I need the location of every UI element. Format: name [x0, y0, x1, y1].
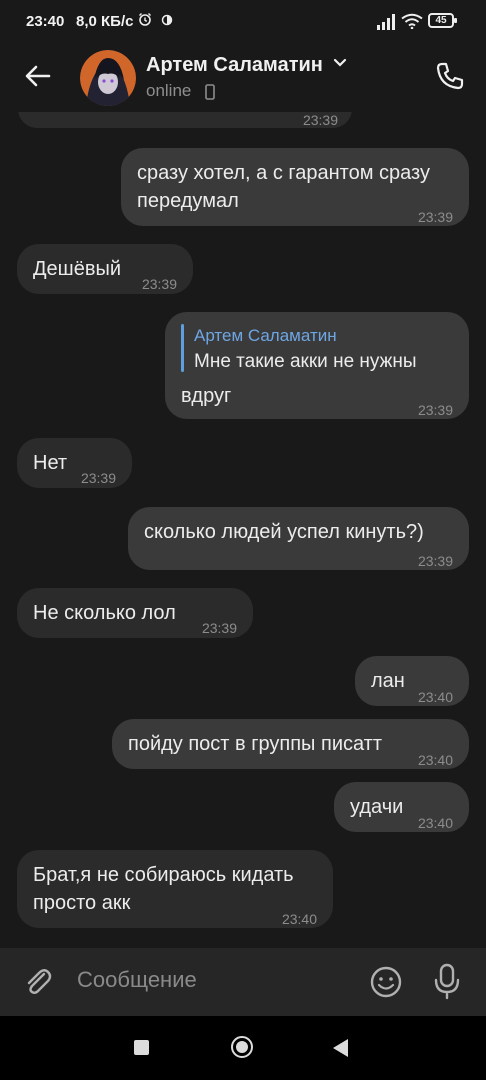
- message-time: 23:39: [201, 620, 237, 636]
- message-bubble[interactable]: Дешёвый 23:39: [17, 244, 193, 294]
- message-input[interactable]: Сообщение: [77, 967, 197, 993]
- recents-icon[interactable]: [134, 1040, 149, 1055]
- contact-name[interactable]: Артем Саламатин: [146, 54, 323, 77]
- message-text: удачи: [350, 796, 404, 818]
- paperclip-icon[interactable]: [20, 964, 56, 1000]
- avatar[interactable]: [80, 50, 136, 106]
- message-text: Не сколько лол: [33, 602, 176, 624]
- microphone-icon[interactable]: [432, 962, 462, 1002]
- message-bubble[interactable]: Не сколько лол 23:39: [17, 588, 253, 638]
- message-text: пойду пост в группы писатт: [128, 733, 382, 755]
- emoji-icon[interactable]: [368, 964, 404, 1000]
- message-time: 23:39: [417, 402, 453, 418]
- chevron-down-icon[interactable]: [333, 58, 347, 68]
- message-text: сколько людей успел кинуть?): [144, 521, 424, 543]
- message-bubble[interactable]: удачи 23:40: [334, 782, 469, 832]
- message-text: Нет: [33, 452, 68, 474]
- message-time: 23:40: [417, 689, 453, 705]
- message-time: 23:39: [417, 553, 453, 569]
- nav-back-icon[interactable]: [333, 1039, 348, 1057]
- composer-bar: Сообщение: [0, 948, 486, 1016]
- reply-quoted-text[interactable]: Мне такие акки не нужны: [194, 348, 416, 376]
- mobile-device-icon: [205, 84, 215, 100]
- message-bubble[interactable]: сразу хотел, а с гарантом сразу передума…: [121, 148, 469, 226]
- back-arrow-icon[interactable]: [22, 60, 54, 92]
- contact-status: online: [146, 81, 192, 100]
- message-text: вдруг: [181, 385, 232, 407]
- message-time: 23:39: [417, 209, 453, 225]
- message-text: просто акк: [33, 892, 131, 914]
- message-bubble[interactable]: лан 23:40: [355, 656, 469, 706]
- avatar-image: [80, 50, 136, 106]
- message-text: Брат,я не собираюсь кидать: [33, 864, 294, 886]
- phone-icon[interactable]: [434, 60, 466, 92]
- message-text: Дешёвый: [33, 258, 122, 280]
- message-time: 23:40: [281, 911, 317, 927]
- message-time: 23:40: [417, 815, 453, 831]
- message-time: 23:40: [417, 752, 453, 768]
- message-bubble-reply[interactable]: Артем Саламатин Мне такие акки не нужны …: [165, 312, 469, 419]
- message-text: сразу хотел, а с гарантом сразу: [137, 162, 430, 184]
- home-icon[interactable]: [231, 1036, 253, 1058]
- message-bubble[interactable]: Брат,я не собираюсь кидать просто акк 23…: [17, 850, 333, 928]
- reply-quote-bar: [181, 324, 184, 372]
- system-nav-bar: [0, 1016, 486, 1080]
- message-bubble[interactable]: сколько людей успел кинуть?) 23:39: [128, 507, 469, 570]
- reply-author[interactable]: Артем Саламатин: [194, 322, 337, 350]
- message-bubble[interactable]: пойду пост в группы писатт 23:40: [112, 719, 469, 769]
- message-bubble[interactable]: Нет 23:39: [17, 438, 132, 488]
- message-text: лан: [371, 670, 405, 692]
- message-list[interactable]: 23:39 сразу хотел, а с гарантом сразу пе…: [0, 0, 486, 948]
- message-text: передумал: [137, 190, 239, 212]
- message-time: 23:39: [80, 470, 116, 486]
- chat-header: Артем Саламатин online: [0, 44, 486, 112]
- message-time: 23:39: [141, 276, 177, 292]
